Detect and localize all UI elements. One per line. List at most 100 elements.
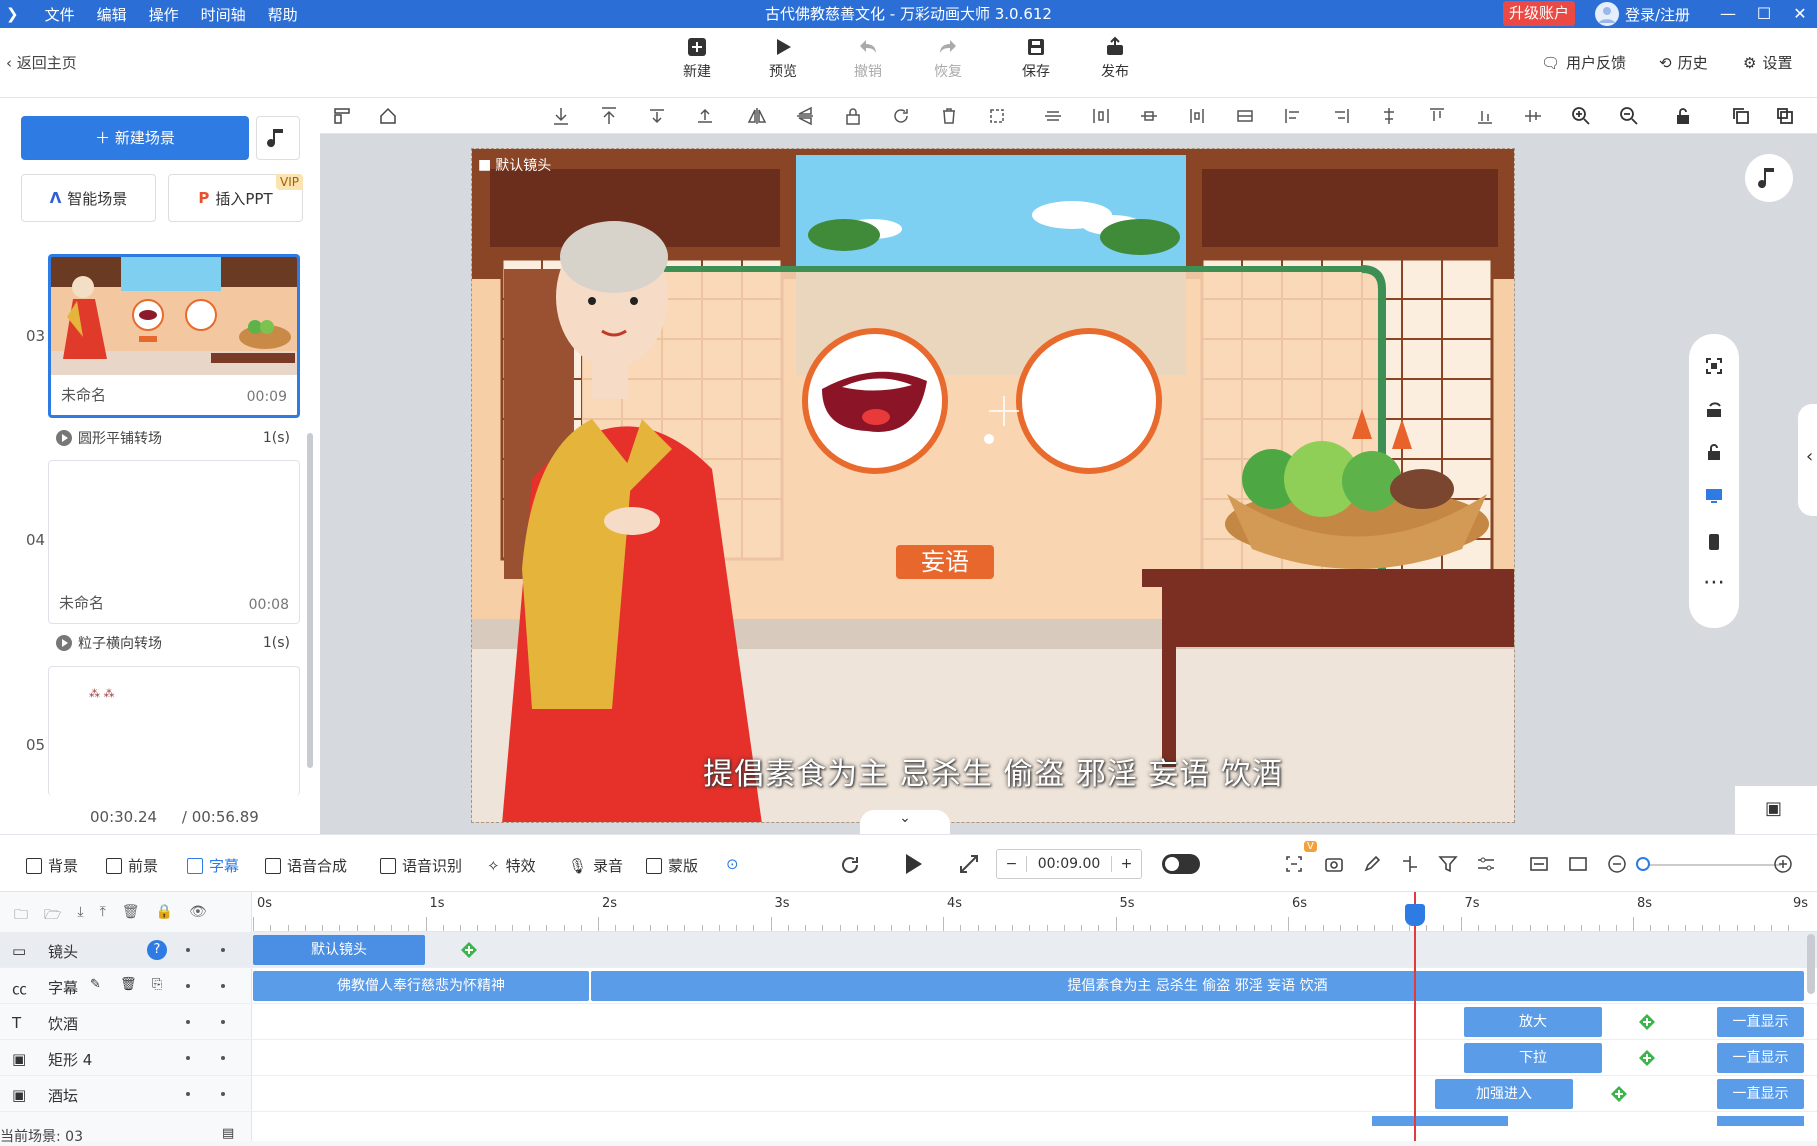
animation-clip[interactable]: 下拉 (1464, 1043, 1602, 1073)
lock-icon[interactable] (1704, 442, 1724, 462)
transition-item[interactable]: 圆形平铺转场 1(s) (56, 428, 290, 448)
add-folder-icon[interactable]: 🗁 (44, 904, 61, 928)
transition-item[interactable]: 粒子横向转场 1(s) (56, 633, 290, 653)
lock-dot[interactable] (221, 1020, 225, 1024)
home-icon[interactable] (378, 106, 398, 126)
paste-icon[interactable] (1775, 106, 1795, 126)
menu-operate[interactable]: 操作 (149, 4, 179, 25)
eye-icon[interactable]: 👁 (189, 904, 207, 928)
lock-dot[interactable] (221, 948, 225, 952)
circle-caption[interactable]: 妄语 (896, 545, 994, 579)
bgm-button[interactable] (1745, 154, 1793, 202)
camera-clip[interactable]: 默认镜头 (253, 935, 425, 965)
align-hcenter-icon[interactable] (1379, 106, 1399, 126)
login-button[interactable]: 登录/注册 (1595, 0, 1690, 28)
rotate-screen-icon[interactable] (1704, 400, 1724, 420)
record-tool[interactable]: 🎙 录音 (568, 855, 623, 876)
partial-clip[interactable] (1717, 1116, 1804, 1126)
import-caption-icon[interactable]: ⎘ (152, 977, 162, 992)
playhead[interactable] (1414, 892, 1416, 1141)
mask-tool[interactable]: 蒙版 (646, 855, 698, 876)
collapse-timeline-button[interactable]: ⌄ (860, 810, 950, 834)
settings-button[interactable]: ⚙ 设置 (1743, 52, 1792, 73)
menu-timeline[interactable]: 时间轴 (201, 4, 246, 25)
move-up-icon[interactable]: ⤒ (100, 904, 106, 928)
track-row-camera[interactable]: ▭ 镜头 ? 默认镜头 (0, 932, 1817, 968)
zoom-out-icon[interactable] (1619, 106, 1639, 126)
caption-clip[interactable]: 提倡素食为主 忌杀生 偷盗 邪淫 妄语 饮酒 (591, 971, 1804, 1001)
upgrade-button[interactable]: 升级账户 (1503, 1, 1575, 26)
adjust-icon[interactable] (1476, 854, 1496, 874)
smart-scene-button[interactable]: Λ 智能场景 (21, 174, 156, 222)
fullscreen-icon[interactable] (958, 853, 980, 875)
zoom-in-circle-icon[interactable] (1773, 854, 1793, 874)
distribute-v-icon[interactable] (1187, 106, 1207, 126)
lock-icon[interactable]: 🔒 (156, 904, 173, 928)
align-middle-icon[interactable] (1139, 106, 1159, 126)
track-row-caption[interactable]: ㏄ 字幕 ✎ 🗑 ⎘ 佛教僧人奉行慈悲为怀精神 提倡素食为主 忌杀生 偷盗 邪淫… (0, 968, 1817, 1004)
decrease-button[interactable]: − (997, 856, 1027, 872)
distribute-h-icon[interactable] (1091, 106, 1111, 126)
align-top-icon[interactable] (1427, 106, 1447, 126)
unlock-icon[interactable] (1673, 106, 1693, 126)
track-row-element[interactable]: ▣ 酒坛 加强进入 一直显示 (0, 1076, 1817, 1112)
background-tool[interactable]: 背景 (26, 855, 78, 876)
foreground-tool[interactable]: 前景 (106, 855, 158, 876)
scene-thumbnail[interactable]: 未命名 00:09 (48, 254, 300, 418)
asr-tool[interactable]: 语音识别 (380, 855, 462, 876)
duration-input[interactable]: 00:09.00 (1027, 856, 1111, 872)
property-panel-toggle[interactable]: ‹ (1798, 404, 1817, 516)
undo-button[interactable]: 撤销 (838, 36, 898, 81)
desktop-icon[interactable] (1704, 486, 1724, 506)
maximize-icon[interactable]: ☐ (1748, 0, 1780, 28)
lock-dot[interactable] (221, 1092, 225, 1096)
increase-button[interactable]: + (1111, 856, 1141, 872)
align-vcenter-icon[interactable] (1523, 106, 1543, 126)
move-top-icon[interactable] (599, 106, 619, 126)
delete-caption-icon[interactable]: 🗑 (120, 977, 137, 992)
lock-icon[interactable] (843, 106, 863, 126)
insert-ppt-button[interactable]: P 插入PPT VIP (168, 174, 303, 222)
always-show-clip[interactable]: 一直显示 (1717, 1079, 1804, 1109)
scene-list-scrollbar[interactable] (307, 433, 313, 768)
visibility-dot[interactable] (186, 948, 190, 952)
fit-screen-icon[interactable] (1704, 356, 1724, 376)
close-icon[interactable]: ✕ (1784, 0, 1816, 28)
timeline-scrollbar[interactable] (1807, 934, 1815, 994)
move-down-icon[interactable]: ⤓ (77, 904, 83, 928)
partial-clip[interactable] (1372, 1116, 1508, 1126)
effects-tool[interactable]: ✧ 特效 (487, 855, 536, 876)
visibility-dot[interactable] (186, 1020, 190, 1024)
stage[interactable]: ■ 默认镜头 妄语 提倡素食为主 忌杀生 偷盗 邪淫 妄语 饮酒 (471, 148, 1515, 823)
loop-toggle[interactable] (1162, 854, 1200, 874)
visibility-dot[interactable] (186, 1056, 190, 1060)
track-row-element[interactable]: ▣ 矩形 4 下拉 一直显示 (0, 1040, 1817, 1076)
more-icon[interactable]: ⋯ (1703, 570, 1725, 595)
scene-thumbnail[interactable]: 未命名 00:08 (48, 460, 300, 624)
caption-tool[interactable]: 字幕 (187, 855, 239, 876)
tts-tool[interactable]: 语音合成 (265, 855, 347, 876)
ratio-icon[interactable] (1568, 854, 1588, 874)
playhead-handle[interactable] (1405, 904, 1425, 926)
add-keyframe-icon[interactable] (1610, 1085, 1628, 1103)
new-folder-icon[interactable]: 🗀 (14, 904, 28, 928)
crop-icon[interactable] (987, 106, 1007, 126)
timeline-zoom-knob[interactable] (1636, 857, 1650, 871)
zoom-out-circle-icon[interactable] (1607, 854, 1627, 874)
move-down-icon[interactable] (647, 106, 667, 126)
move-up-icon[interactable] (695, 106, 715, 126)
always-show-clip[interactable]: 一直显示 (1717, 1043, 1804, 1073)
split-icon[interactable] (1400, 854, 1420, 874)
layout-icon[interactable] (332, 106, 352, 126)
scene-thumbnail[interactable]: ⁂ ⁂ (48, 666, 300, 796)
flip-vertical-icon[interactable] (795, 106, 815, 126)
caption-clip[interactable]: 佛教僧人奉行慈悲为怀精神 (253, 971, 589, 1001)
align-left-icon[interactable] (1283, 106, 1303, 126)
visibility-dot[interactable] (186, 1092, 190, 1096)
add-keyframe-icon[interactable] (460, 941, 478, 959)
timeline-zoom-slider[interactable] (1641, 864, 1781, 866)
lock-dot[interactable] (221, 1056, 225, 1060)
minimize-icon[interactable]: — (1712, 0, 1744, 28)
camera-icon[interactable] (1324, 854, 1344, 874)
feedback-button[interactable]: 🗨 用户反馈 (1541, 52, 1626, 73)
